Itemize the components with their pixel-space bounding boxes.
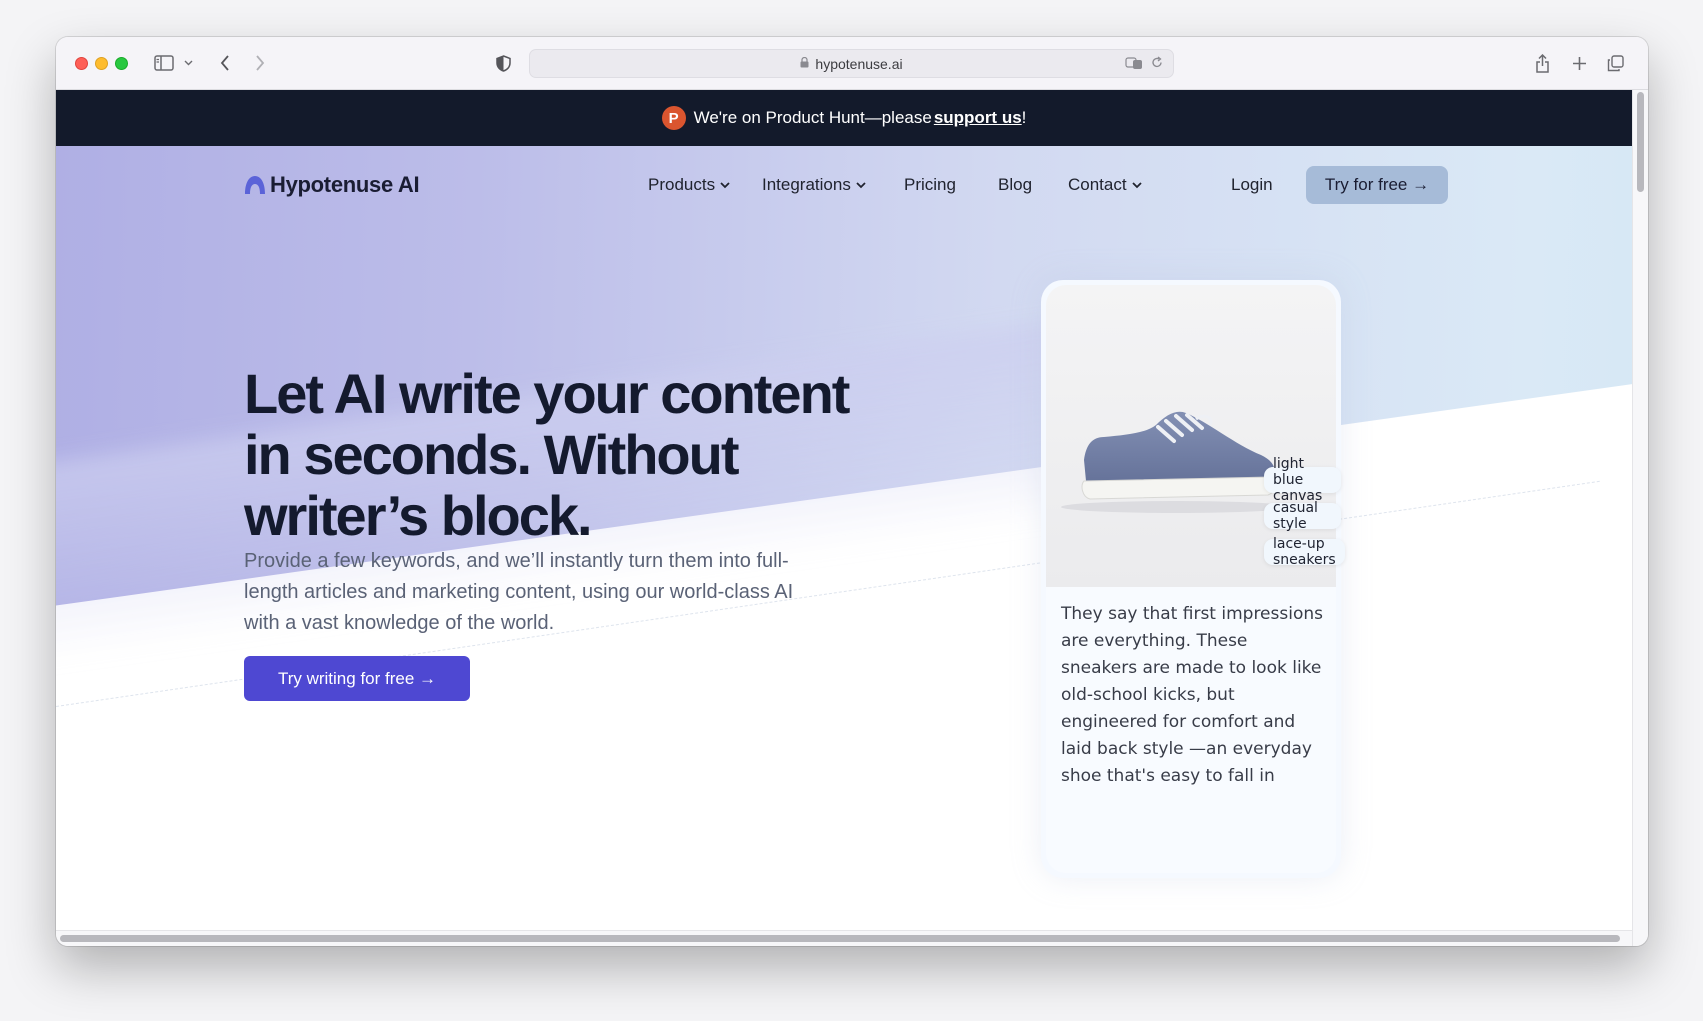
login-link[interactable]: Login — [1231, 175, 1273, 195]
browser-toolbar: hypotenuse.ai — [56, 37, 1648, 90]
hero-subtitle: Provide a few keywords, and we’ll instan… — [244, 550, 794, 634]
main-nav: Hypotenuse AI Products Integrations Pric… — [244, 166, 1464, 206]
url-text: hypotenuse.ai — [815, 55, 903, 72]
keyword-tag: light blue canvas — [1264, 456, 1341, 504]
back-icon[interactable] — [216, 51, 234, 75]
brand-name: Hypotenuse AI — [270, 172, 420, 197]
translate-icon[interactable] — [1125, 56, 1143, 73]
reload-icon[interactable] — [1151, 56, 1163, 72]
keyword-tag: casual style — [1264, 500, 1341, 532]
hero-section: Hypotenuse AI Products Integrations Pric… — [56, 146, 1632, 930]
nav-products[interactable]: Products — [648, 175, 730, 195]
banner-suffix: ! — [1021, 108, 1027, 127]
try-for-free-button[interactable]: Try for free → — [1306, 166, 1448, 204]
minimize-window-button[interactable] — [95, 57, 108, 70]
brand-logo[interactable]: Hypotenuse AI — [244, 172, 420, 198]
browser-window: hypotenuse.ai P We're on Product Hunt—pl… — [56, 37, 1648, 946]
keyword-tag: lace-up sneakers — [1264, 536, 1345, 568]
chevron-down-icon[interactable] — [182, 51, 194, 75]
address-bar[interactable]: hypotenuse.ai — [529, 49, 1174, 78]
forward-icon[interactable] — [251, 51, 269, 75]
privacy-shield-icon[interactable] — [494, 51, 512, 75]
banner-text: We're on Product Hunt—please — [693, 108, 932, 127]
hypotenuse-logo-icon — [245, 176, 265, 194]
try-writing-button[interactable]: Try writing for free → — [244, 656, 470, 701]
share-icon[interactable] — [1532, 51, 1552, 75]
product-hunt-logo: P — [661, 106, 686, 130]
support-us-link[interactable]: support us — [934, 108, 1022, 128]
nav-contact[interactable]: Contact — [1068, 175, 1142, 195]
product-hunt-banner: P We're on Product Hunt—please support u… — [56, 90, 1632, 146]
horizontal-scrollbar[interactable] — [56, 930, 1632, 946]
web-page: P We're on Product Hunt—please support u… — [56, 90, 1632, 930]
nav-integrations[interactable]: Integrations — [762, 175, 866, 195]
lock-icon — [800, 56, 809, 71]
nav-pricing[interactable]: Pricing — [904, 175, 956, 195]
chevron-down-icon — [856, 182, 866, 189]
new-tab-icon[interactable] — [1569, 51, 1589, 75]
chevron-down-icon — [720, 182, 730, 189]
vertical-scrollbar[interactable] — [1632, 90, 1648, 946]
chevron-down-icon — [1131, 182, 1142, 189]
sidebar-toggle-icon[interactable] — [152, 51, 176, 75]
zoom-window-button[interactable] — [115, 57, 128, 70]
tab-overview-icon[interactable] — [1605, 51, 1625, 75]
close-window-button[interactable] — [75, 57, 88, 70]
product-description: They say that first impressions are ever… — [1061, 604, 1323, 786]
product-demo-card: They say that first impressions are ever… — [1041, 280, 1345, 878]
nav-blog[interactable]: Blog — [998, 175, 1032, 195]
hero-headline: Let AI write your content in seconds. Wi… — [244, 362, 850, 547]
